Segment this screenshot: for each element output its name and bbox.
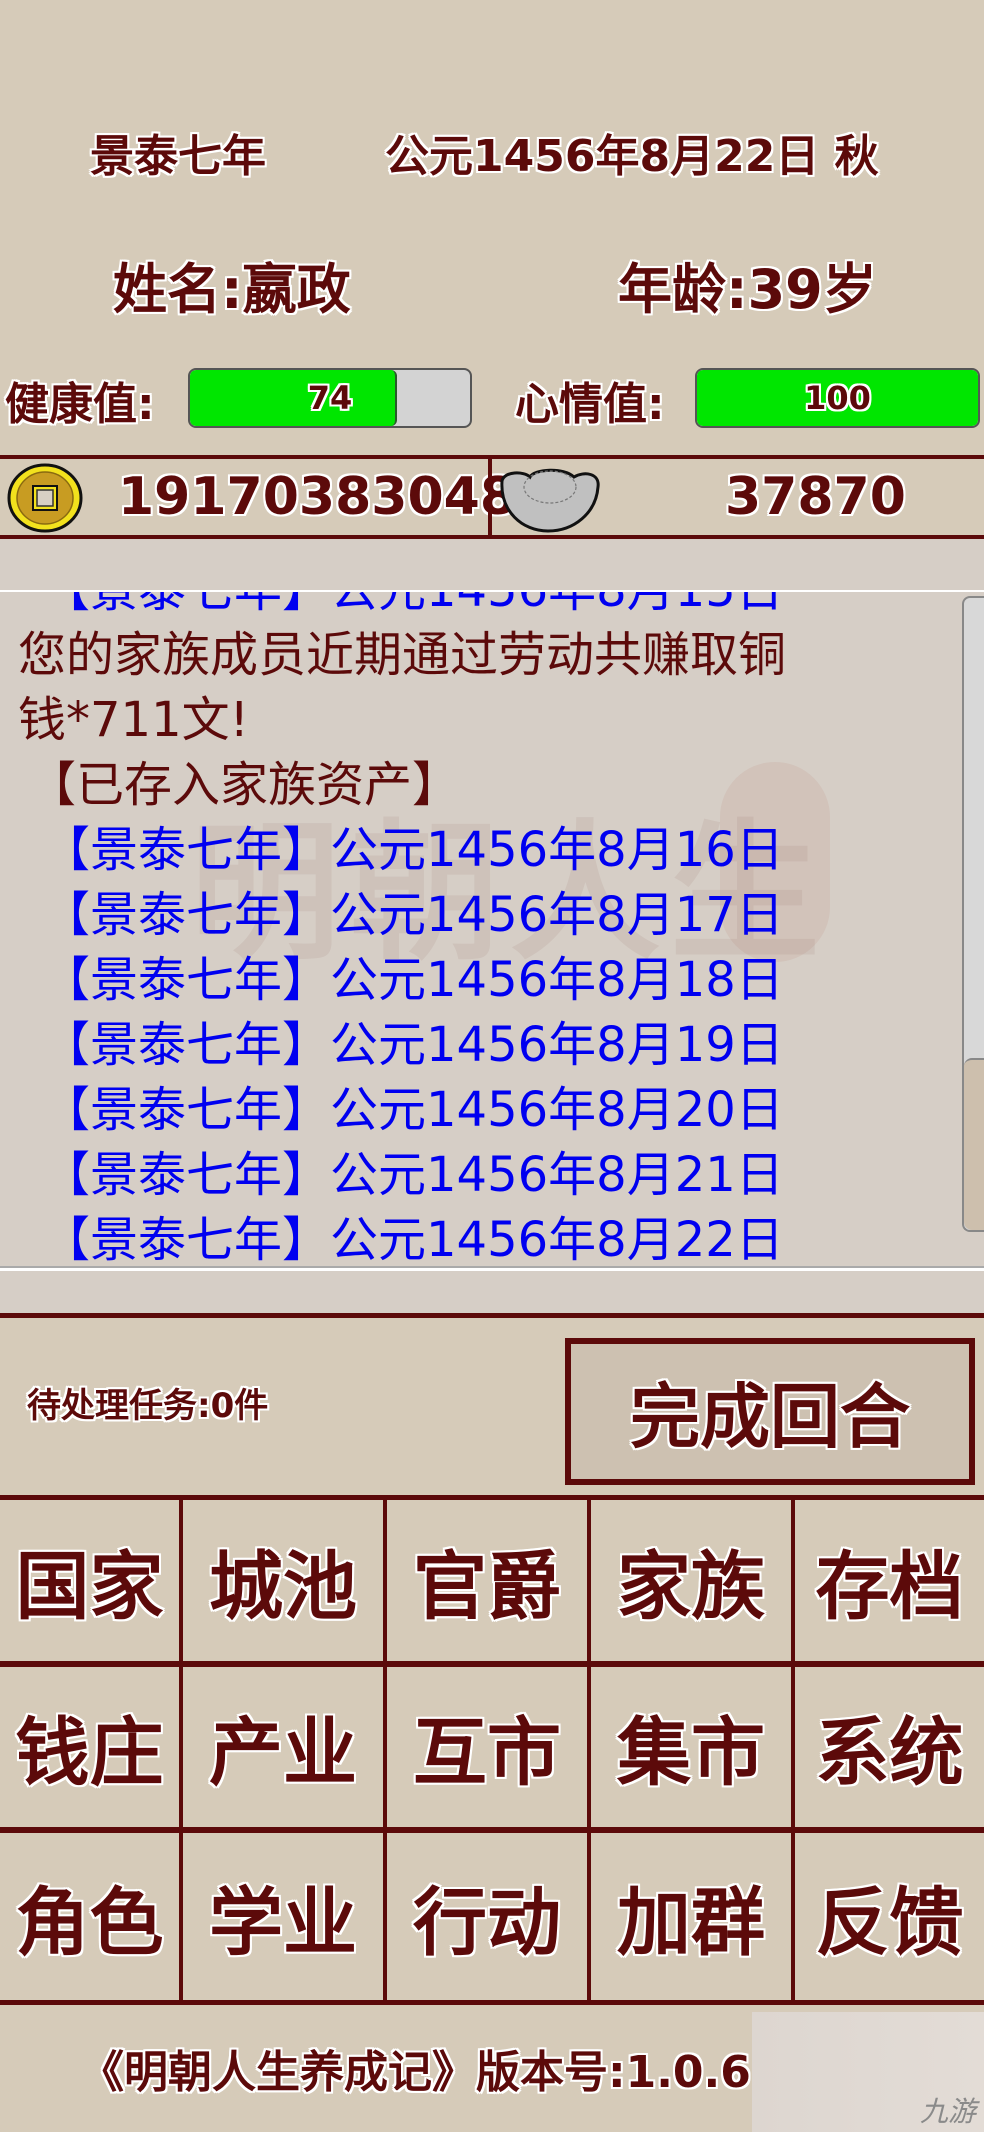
mood-label: 心情值:: [515, 379, 665, 430]
log-scrollbar-thumb[interactable]: [964, 1058, 984, 1230]
character-name: 姓名:嬴政: [113, 258, 351, 321]
menu-button-rank[interactable]: 官爵: [387, 1500, 591, 1667]
silver-value: 37870: [725, 467, 906, 527]
copper-value: 19170383048: [118, 467, 516, 527]
silver-ingot-icon: [500, 468, 600, 533]
end-turn-button[interactable]: 完成回合: [565, 1338, 975, 1485]
health-label: 健康值:: [5, 379, 155, 430]
action-row: 待处理任务:0件 完成回合: [0, 1313, 984, 1495]
currency-divider: [488, 459, 492, 535]
log-entry: 【景泰七年】公元1456年8月16日: [42, 822, 784, 878]
log-entry: 【景泰七年】公元1456年8月18日: [42, 952, 784, 1008]
health-value: 74: [307, 379, 353, 417]
menu-button-family[interactable]: 家族: [591, 1500, 795, 1667]
log-entry: 【景泰七年】公元1456年8月15日: [18, 592, 954, 623]
log-entry: 钱*711文!: [18, 692, 249, 748]
log-scrollbar[interactable]: [962, 596, 984, 1232]
date-label: 公元1456年8月22日 秋: [385, 131, 879, 182]
mood-value: 100: [804, 379, 871, 417]
copper-coin-icon: [7, 463, 83, 533]
menu-button-country[interactable]: 国家: [0, 1500, 183, 1667]
main-menu-grid: 国家 城池 官爵 家族 存档钱庄 产业 互市 集市 系统角色 学业 行动 加群 反馈: [0, 1495, 984, 2005]
pending-tasks-label: 待处理任务:0件: [27, 1386, 269, 1426]
menu-button-join-group[interactable]: 加群: [591, 1833, 795, 2000]
era-label: 景泰七年: [90, 131, 266, 182]
separator-strip: [0, 539, 984, 592]
menu-button-bank[interactable]: 钱庄: [0, 1666, 183, 1834]
menu-button-save[interactable]: 存档: [795, 1500, 984, 1667]
menu-button-market[interactable]: 集市: [591, 1666, 795, 1834]
menu-button-system[interactable]: 系统: [795, 1667, 984, 1834]
mood-bar: 100: [695, 368, 980, 428]
character-age: 年龄:39岁: [618, 258, 877, 321]
event-log-content: 【景泰七年】公元1456年8月15日您的家族成员近期通过劳动共赚取铜钱*711文…: [18, 592, 954, 1268]
log-entry: 【景泰七年】公元1456年8月20日: [42, 1082, 784, 1138]
menu-button-action[interactable]: 行动: [387, 1833, 591, 2000]
menu-button-study[interactable]: 学业: [183, 1833, 387, 2000]
log-entry: 【景泰七年】公元1456年8月19日: [42, 1017, 784, 1073]
event-log-panel[interactable]: 明朝人生 【景泰七年】公元1456年8月15日您的家族成员近期通过劳动共赚取铜钱…: [0, 592, 984, 1268]
menu-button-trade[interactable]: 互市: [387, 1666, 591, 1834]
currency-row: 19170383048 37870: [0, 455, 984, 539]
game-title-version: 《明朝人生养成记》版本号:1.0.6: [80, 2047, 751, 2098]
menu-button-character[interactable]: 角色: [0, 1833, 183, 2000]
menu-button-city[interactable]: 城池: [183, 1500, 387, 1667]
menu-button-industry[interactable]: 产业: [183, 1666, 387, 1834]
log-entry: 【景泰七年】公元1456年8月17日: [42, 887, 784, 943]
health-bar: 74: [188, 368, 472, 428]
log-entry: 您的家族成员近期通过劳动共赚取铜: [18, 627, 787, 683]
log-entry: 【景泰七年】公元1456年8月21日: [42, 1147, 784, 1203]
log-entry: 【景泰七年】公元1456年8月22日: [42, 1212, 784, 1268]
log-entry: 【已存入家族资产】: [28, 757, 461, 813]
menu-button-feedback[interactable]: 反馈: [795, 1833, 984, 2000]
separator-strip: [0, 1268, 984, 1313]
brand-watermark: 九游: [919, 2095, 976, 2128]
